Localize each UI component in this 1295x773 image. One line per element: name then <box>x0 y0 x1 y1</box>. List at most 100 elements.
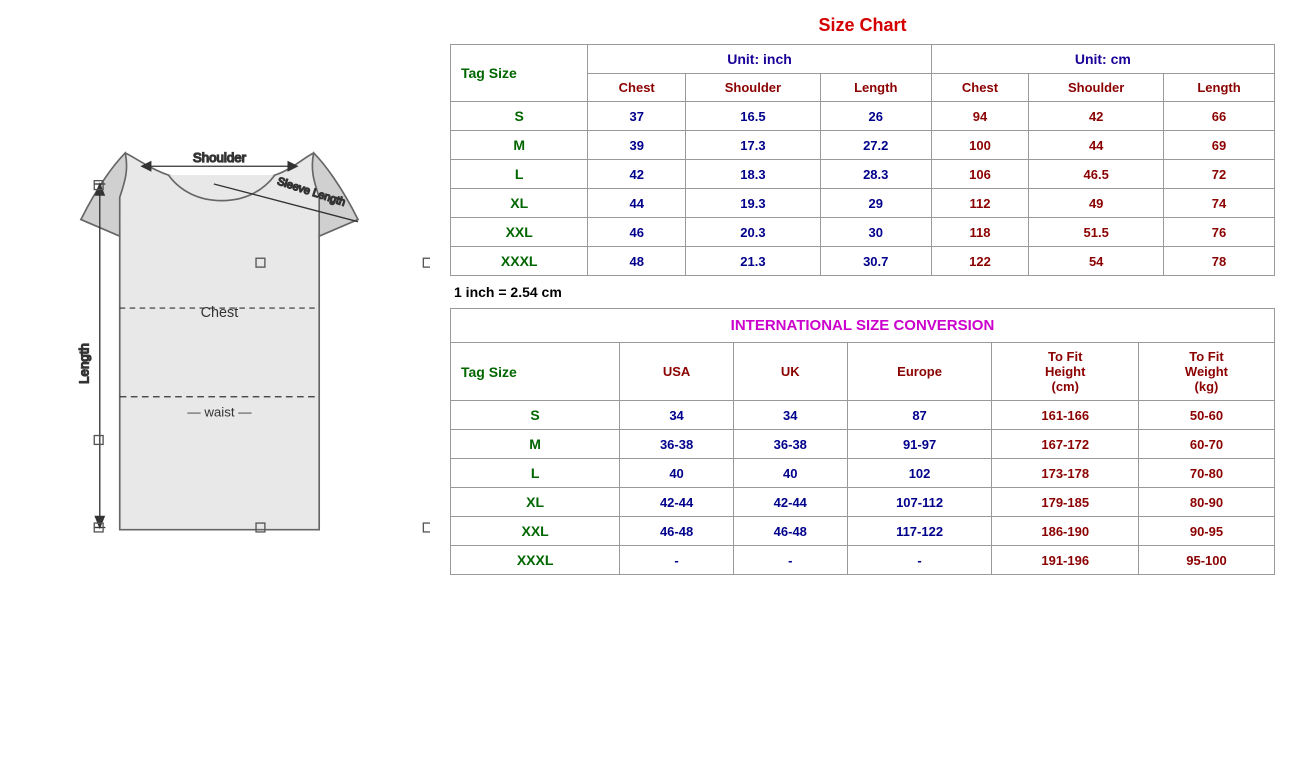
inch-chest-cell: 39 <box>588 131 686 160</box>
inch-chest-cell: 37 <box>588 102 686 131</box>
cm-chest-cell: 106 <box>931 160 1029 189</box>
cm-chest-cell: 94 <box>931 102 1029 131</box>
cm-chest-header: Chest <box>931 74 1029 102</box>
inch-chest-header: Chest <box>588 74 686 102</box>
cm-chest-cell: 100 <box>931 131 1029 160</box>
intl-uk-cell: 46-48 <box>733 517 847 546</box>
inch-shoulder-cell: 20.3 <box>686 218 821 247</box>
intl-usa-cell: 34 <box>620 401 734 430</box>
intl-weight-cell: 95-100 <box>1138 546 1274 575</box>
cm-chest-cell: 122 <box>931 247 1029 276</box>
cm-length-cell: 69 <box>1164 131 1275 160</box>
size-chart-title: Size Chart <box>450 15 1275 36</box>
table-row: XL 42-44 42-44 107-112 179-185 80-90 <box>451 488 1275 517</box>
inch-length-cell: 30 <box>820 218 931 247</box>
table-row: XL 44 19.3 29 112 49 74 <box>451 189 1275 218</box>
intl-tag-cell: XXL <box>451 517 620 546</box>
unit-cm-header: Unit: cm <box>931 45 1274 74</box>
inch-shoulder-cell: 21.3 <box>686 247 821 276</box>
inch-chest-cell: 42 <box>588 160 686 189</box>
intl-europe-cell: 91-97 <box>847 430 992 459</box>
intl-height-cell: 179-185 <box>992 488 1138 517</box>
intl-tag-cell: L <box>451 459 620 488</box>
inch-shoulder-cell: 18.3 <box>686 160 821 189</box>
inch-length-cell: 26 <box>820 102 931 131</box>
to-fit-weight-header: To FitWeight(kg) <box>1138 343 1274 401</box>
inch-length-cell: 27.2 <box>820 131 931 160</box>
cm-shoulder-cell: 44 <box>1029 131 1164 160</box>
intl-tag-size-header: Tag Size <box>451 343 620 401</box>
inch-length-cell: 30.7 <box>820 247 931 276</box>
inch-length-header: Length <box>820 74 931 102</box>
inch-chest-cell: 48 <box>588 247 686 276</box>
intl-europe-cell: - <box>847 546 992 575</box>
intl-usa-cell: 36-38 <box>620 430 734 459</box>
inch-chest-cell: 46 <box>588 218 686 247</box>
table-row: XXXL 48 21.3 30.7 122 54 78 <box>451 247 1275 276</box>
intl-tag-cell: XXXL <box>451 546 620 575</box>
size-chart-panel: Size Chart Tag Size Unit: inch Unit: cm … <box>440 10 1285 580</box>
intl-weight-cell: 90-95 <box>1138 517 1274 546</box>
cm-shoulder-cell: 42 <box>1029 102 1164 131</box>
tag-size-cell: M <box>451 131 588 160</box>
intl-usa-cell: 46-48 <box>620 517 734 546</box>
inch-shoulder-header: Shoulder <box>686 74 821 102</box>
intl-uk-cell: - <box>733 546 847 575</box>
svg-text:Chest: Chest <box>201 305 239 321</box>
intl-europe-cell: 87 <box>847 401 992 430</box>
table-row: M 36-38 36-38 91-97 167-172 60-70 <box>451 430 1275 459</box>
intl-title: INTERNATIONAL SIZE CONVERSION <box>451 309 1275 343</box>
cm-length-cell: 72 <box>1164 160 1275 189</box>
cm-length-header: Length <box>1164 74 1275 102</box>
inch-chest-cell: 44 <box>588 189 686 218</box>
inch-length-cell: 28.3 <box>820 160 931 189</box>
inch-length-cell: 29 <box>820 189 931 218</box>
intl-europe-cell: 117-122 <box>847 517 992 546</box>
tag-size-cell: XXL <box>451 218 588 247</box>
intl-weight-cell: 50-60 <box>1138 401 1274 430</box>
inch-shoulder-cell: 19.3 <box>686 189 821 218</box>
unit-inch-header: Unit: inch <box>588 45 931 74</box>
cm-length-cell: 78 <box>1164 247 1275 276</box>
intl-europe-header: Europe <box>847 343 992 401</box>
table-row: S 37 16.5 26 94 42 66 <box>451 102 1275 131</box>
intl-height-cell: 191-196 <box>992 546 1138 575</box>
diagram-panel: Shoulder Sleeve Length Length Chest — wa… <box>10 10 440 651</box>
intl-tag-cell: XL <box>451 488 620 517</box>
cm-shoulder-cell: 49 <box>1029 189 1164 218</box>
cm-chest-cell: 112 <box>931 189 1029 218</box>
intl-uk-header: UK <box>733 343 847 401</box>
cm-chest-cell: 118 <box>931 218 1029 247</box>
table-row: L 40 40 102 173-178 70-80 <box>451 459 1275 488</box>
cm-length-cell: 74 <box>1164 189 1275 218</box>
tshirt-diagram: Shoulder Sleeve Length Length Chest — wa… <box>20 20 430 641</box>
intl-weight-cell: 70-80 <box>1138 459 1274 488</box>
intl-tag-cell: M <box>451 430 620 459</box>
inch-shoulder-cell: 17.3 <box>686 131 821 160</box>
intl-uk-cell: 36-38 <box>733 430 847 459</box>
intl-height-cell: 186-190 <box>992 517 1138 546</box>
tag-size-cell: S <box>451 102 588 131</box>
table-row: L 42 18.3 28.3 106 46.5 72 <box>451 160 1275 189</box>
table-row: S 34 34 87 161-166 50-60 <box>451 401 1275 430</box>
cm-shoulder-cell: 54 <box>1029 247 1164 276</box>
intl-height-cell: 167-172 <box>992 430 1138 459</box>
tag-size-cell: L <box>451 160 588 189</box>
intl-uk-cell: 42-44 <box>733 488 847 517</box>
intl-europe-cell: 102 <box>847 459 992 488</box>
svg-text:Shoulder: Shoulder <box>193 150 247 165</box>
cm-shoulder-cell: 51.5 <box>1029 218 1164 247</box>
table-row: M 39 17.3 27.2 100 44 69 <box>451 131 1275 160</box>
tag-size-cell: XL <box>451 189 588 218</box>
intl-height-cell: 161-166 <box>992 401 1138 430</box>
intl-usa-cell: - <box>620 546 734 575</box>
conversion-note: 1 inch = 2.54 cm <box>450 276 1275 308</box>
intl-usa-cell: 40 <box>620 459 734 488</box>
table-row: XXXL - - - 191-196 95-100 <box>451 546 1275 575</box>
intl-uk-cell: 34 <box>733 401 847 430</box>
cm-length-cell: 66 <box>1164 102 1275 131</box>
intl-usa-cell: 42-44 <box>620 488 734 517</box>
intl-height-cell: 173-178 <box>992 459 1138 488</box>
svg-text:Length: Length <box>77 343 92 384</box>
size-chart-table: Tag Size Unit: inch Unit: cm Chest Shoul… <box>450 44 1275 276</box>
